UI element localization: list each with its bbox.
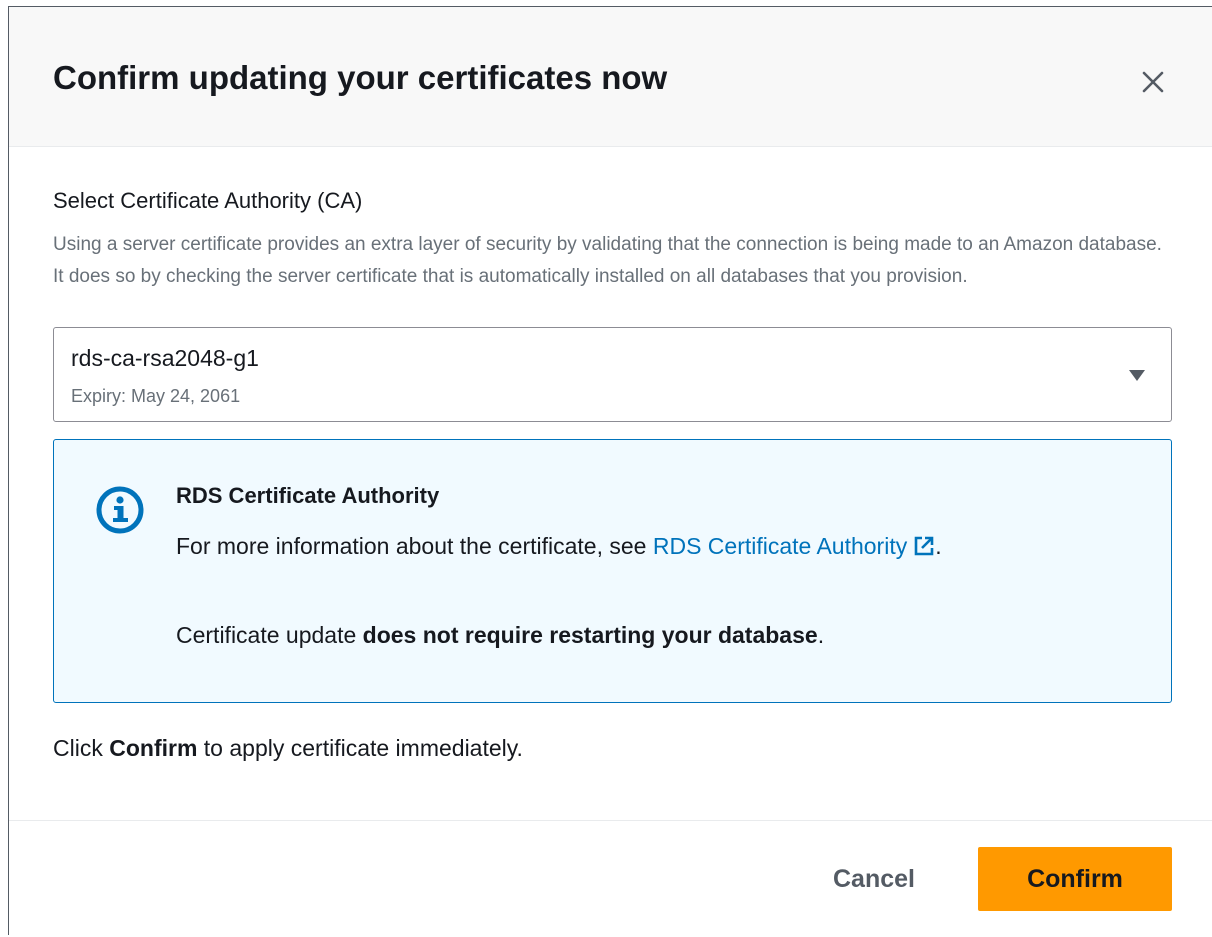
info-text-before-link: For more information about the certifica…: [176, 533, 653, 559]
ca-field-description: Using a server certificate provides an e…: [53, 234, 1162, 287]
ca-select[interactable]: rds-ca-rsa2048-g1 Expiry: May 24, 2061: [53, 327, 1172, 422]
info-note-suffix: .: [817, 622, 825, 648]
ca-select-value: rds-ca-rsa2048-g1: [71, 345, 259, 371]
external-link-icon: [914, 536, 934, 556]
info-note-prefix: Certificate update: [176, 622, 363, 648]
close-icon: [1142, 71, 1164, 93]
info-alert-text: For more information about the certifica…: [176, 524, 1036, 568]
info-alert-note: Certificate update does not require rest…: [176, 622, 824, 649]
cancel-button[interactable]: Cancel: [809, 847, 939, 911]
modal-header: Confirm updating your certificates now: [9, 7, 1212, 147]
rds-ca-link[interactable]: RDS Certificate Authority: [653, 533, 935, 559]
ca-select-expiry: Expiry: May 24, 2061: [71, 386, 241, 406]
ca-field-label: Select Certificate Authority (CA): [53, 188, 363, 213]
info-text-after-link: .: [935, 533, 942, 559]
modal-footer: Cancel Confirm: [9, 820, 1212, 937]
info-icon: [96, 486, 144, 534]
confirm-instruction: Click Confirm to apply certificate immed…: [53, 735, 523, 762]
confirm-button[interactable]: Confirm: [978, 847, 1172, 911]
info-alert-title: RDS Certificate Authority: [176, 483, 440, 508]
close-button[interactable]: [1135, 64, 1171, 100]
instruction-suffix: to apply certificate immediately.: [197, 735, 523, 761]
instruction-bold: Confirm: [109, 735, 198, 761]
caret-down-icon: [1129, 370, 1145, 381]
modal-title: Confirm updating your certificates now: [53, 59, 668, 96]
rds-ca-link-label: RDS Certificate Authority: [652, 533, 908, 559]
confirm-certificate-modal: Confirm updating your certificates now S…: [8, 6, 1212, 937]
info-note-bold: does not require restarting your databas…: [362, 622, 818, 648]
instruction-prefix: Click: [53, 735, 110, 761]
info-alert: RDS Certificate Authority For more infor…: [53, 439, 1172, 703]
